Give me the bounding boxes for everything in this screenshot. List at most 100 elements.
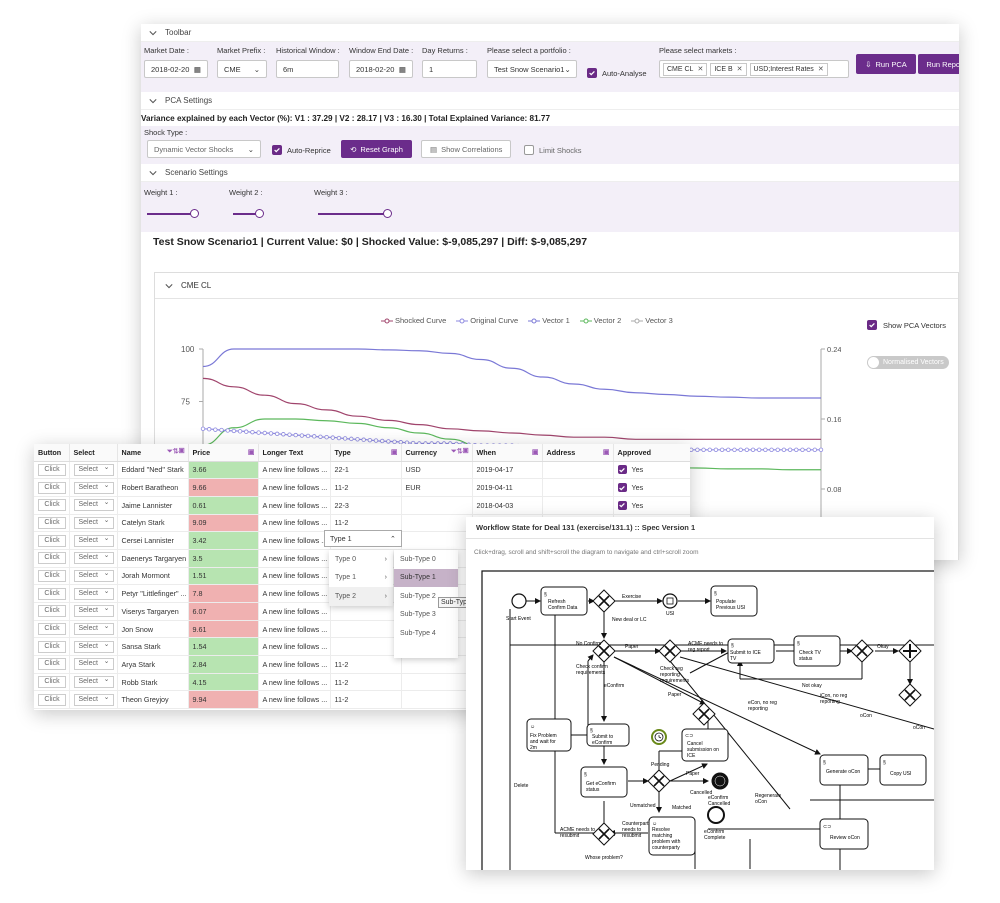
markets-multiselect[interactable]: CME CL ✕ ICE B ✕ USD;Interest Rates ✕ [659,60,849,78]
longer-text-cell[interactable]: A new line follows ... [258,478,331,497]
price-cell[interactable]: 4.15 [188,673,259,692]
currency-cell[interactable] [401,655,473,674]
approved-cell[interactable]: Yes [613,496,690,515]
checkmark-icon[interactable] [617,500,627,510]
click-button[interactable]: Click [38,463,66,476]
market-tag[interactable]: ICE B ✕ [710,62,747,76]
type-cell[interactable] [330,620,402,639]
row-select[interactable]: Select [73,534,114,547]
click-button[interactable]: Click [38,587,66,600]
approved-cell[interactable]: Yes [613,461,690,480]
task-populate-usi[interactable]: § Populate Previous USI [710,585,758,617]
price-cell[interactable]: 3.66 [188,461,259,480]
click-button[interactable]: Click [38,605,66,618]
row-select[interactable]: Select [73,640,114,653]
approved-cell[interactable]: Yes [613,478,690,497]
longer-text-cell[interactable]: A new line follows ... [258,602,331,621]
longer-text-cell[interactable]: A new line follows ... [258,584,331,603]
row-select[interactable]: Select [73,569,114,582]
market-tag[interactable]: CME CL ✕ [663,62,708,76]
longer-text-cell[interactable]: A new line follows ... [258,690,331,710]
show-pca-vectors-checkbox[interactable]: Show PCA Vectors [867,320,946,330]
gateway-reg[interactable] [658,639,682,663]
type-cell[interactable]: 11-2 [330,690,402,710]
currency-cell[interactable] [401,673,473,692]
type-cell[interactable]: 11-2 [330,673,402,692]
gateway-status[interactable] [647,769,671,793]
menu-item-subtype-4[interactable]: Sub-Type 4 [394,624,458,643]
task-get-econfirm[interactable]: § Get eConfirm status [580,766,628,798]
row-select[interactable]: Select [73,498,114,512]
click-button[interactable]: Click [38,676,66,689]
click-button[interactable]: Click [38,569,66,582]
longer-text-cell[interactable]: A new line follows ... [258,655,331,674]
type-cell[interactable] [330,637,402,657]
price-cell[interactable]: 7.8 [188,584,259,603]
menu-item-subtype-1[interactable]: Sub-Type 1 [394,568,458,587]
edit-icon[interactable]: ▣ [391,448,398,456]
task-resolve[interactable]: ☺ Resolve matching problem with counterpart… [648,816,696,856]
click-button[interactable]: Click [38,552,66,565]
filter-sort-icon[interactable]: ⏷⇅▣ [451,448,469,456]
click-button[interactable]: Click [38,623,66,636]
column-header[interactable]: Name ⏷⇅▣ [117,444,189,462]
name-cell[interactable]: Jon Snow [117,620,189,639]
auto-reprice-checkbox[interactable]: Auto-Reprice [272,145,331,155]
price-cell[interactable]: 0.61 [188,496,259,515]
close-icon[interactable]: ✕ [818,65,824,73]
name-cell[interactable]: Cersei Lannister [117,531,189,550]
longer-text-cell[interactable]: A new line follows ... [258,549,331,568]
price-cell[interactable]: 9.09 [188,514,259,533]
column-header[interactable]: Address ▣ [542,444,614,462]
auto-analyse-checkbox[interactable]: Auto-Analyse [587,68,647,78]
limit-shocks-checkbox[interactable]: Limit Shocks [524,145,582,155]
run-pca-button[interactable]: ⇩ Run PCA [856,54,916,74]
row-select[interactable]: Select [73,675,114,689]
reset-graph-button[interactable]: ⟲ Reset Graph [341,140,412,158]
price-cell[interactable]: 6.07 [188,602,259,621]
task-generate-ocon[interactable]: § Generate oCon [819,754,869,786]
column-header[interactable]: Longer Text [258,444,331,462]
task-review-ocon[interactable]: ⊂⊃ Review oCon [819,818,869,850]
row-select[interactable]: Select [73,463,114,476]
longer-text-cell[interactable]: A new line follows ... [258,637,331,657]
shock-type-select[interactable]: Dynamic Vector Shocks ⌄ [147,140,261,158]
longer-text-cell[interactable]: A new line follows ... [258,567,331,586]
address-cell[interactable] [542,496,614,515]
name-cell[interactable]: Jaime Lannister [117,496,189,515]
column-header[interactable]: Button [34,444,70,462]
close-icon[interactable]: ✕ [697,65,703,73]
chart-panel-header[interactable]: CME CL [155,273,958,299]
task-submit-econfirm[interactable]: § Submit to eConfirm [586,723,630,747]
menu-item-subtype-0[interactable]: Sub-Type 0 [394,550,458,569]
click-button[interactable]: Click [38,534,66,547]
when-cell[interactable]: 2018-04-03 [472,496,543,515]
row-select[interactable]: Select [73,604,114,618]
column-header[interactable]: Type ▣ [330,444,402,462]
run-report-button[interactable]: Run Report [918,54,959,74]
workflow-diagram[interactable]: Start Event § Refresh Confirm Data Exerci… [480,569,934,870]
price-cell[interactable]: 2.84 [188,655,259,674]
menu-item-subtype-3[interactable]: Sub-Type 3 [394,606,458,625]
checkmark-icon[interactable] [617,465,627,475]
row-select[interactable]: Select [73,551,114,565]
click-button[interactable]: Click [38,516,66,529]
column-header[interactable]: When ▣ [472,444,543,462]
type-dropdown-input[interactable]: Type 1 ⌃ [324,530,402,547]
longer-text-cell[interactable]: A new line follows ... [258,461,331,480]
currency-cell[interactable]: EUR [401,478,473,497]
price-cell[interactable]: 1.51 [188,567,259,586]
econfirm-complete-event[interactable] [707,806,725,824]
name-cell[interactable]: Sansa Stark [117,637,189,657]
name-cell[interactable]: Theon Greyjoy [117,690,189,710]
start-event[interactable] [511,593,527,609]
gateway-tv[interactable] [850,639,874,663]
name-cell[interactable]: Eddard "Ned" Stark [117,461,189,480]
type-cell[interactable]: 22-3 [330,496,402,515]
gateway-parallel[interactable] [898,639,922,663]
click-button[interactable]: Click [38,481,66,494]
task-submit-ice[interactable]: § Submit to ICE TV [727,638,775,664]
name-cell[interactable]: Arya Stark [117,655,189,674]
type-cell[interactable]: 11-2 [330,655,402,674]
market-date-input[interactable]: 2018-02-20 ▦ [144,60,208,78]
